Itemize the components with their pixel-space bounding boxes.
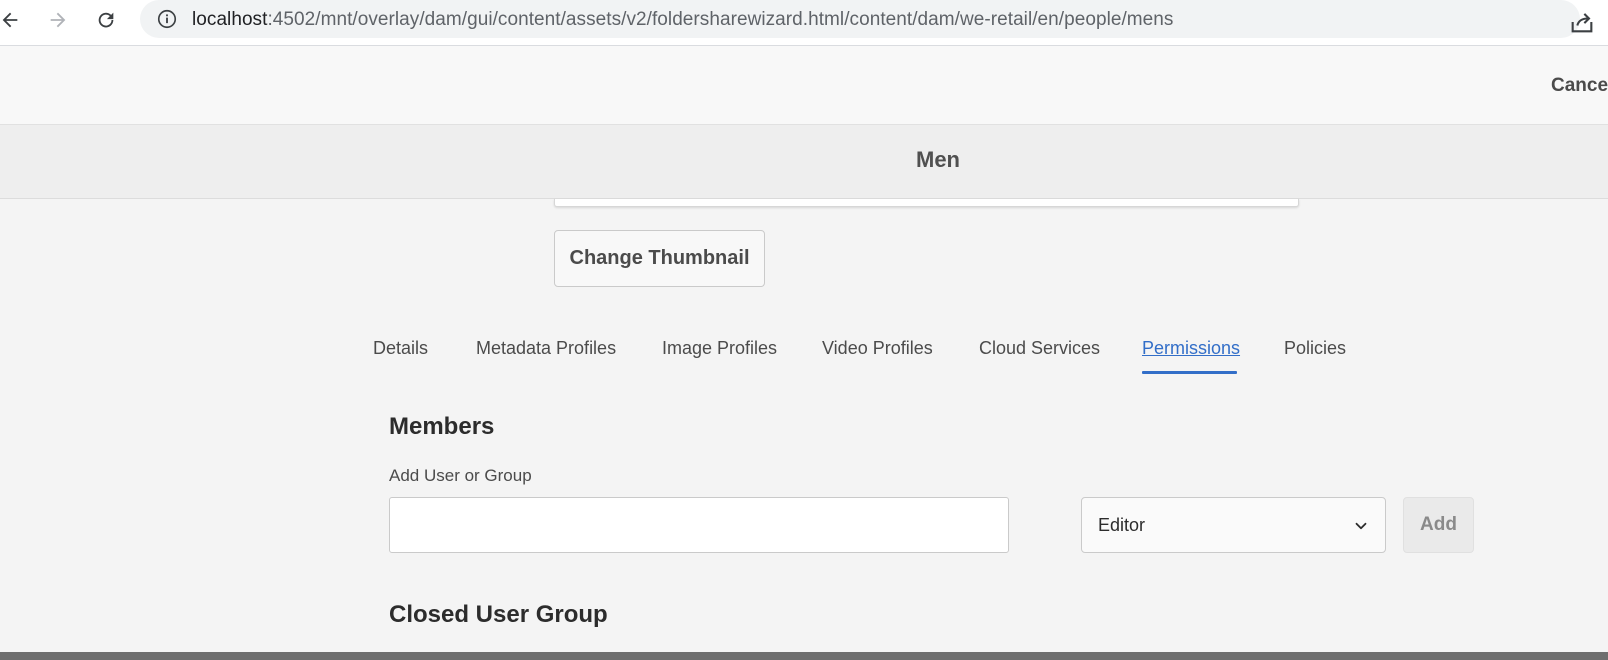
share-icon[interactable] bbox=[1568, 8, 1596, 36]
back-icon[interactable] bbox=[0, 6, 24, 34]
tab-permissions[interactable]: Permissions bbox=[1142, 338, 1240, 359]
url-text: localhost:4502/mnt/overlay/dam/gui/conte… bbox=[192, 9, 1173, 31]
tab-details[interactable]: Details bbox=[373, 338, 428, 359]
members-heading: Members bbox=[389, 413, 495, 440]
tab-image-profiles[interactable]: Image Profiles bbox=[662, 338, 777, 359]
add-member-button[interactable]: Add bbox=[1403, 497, 1474, 553]
forward-icon[interactable] bbox=[44, 6, 72, 34]
cug-heading: Closed User Group bbox=[389, 601, 608, 628]
tab-metadata-profiles[interactable]: Metadata Profiles bbox=[476, 338, 616, 359]
url-host: localhost bbox=[192, 9, 268, 30]
tab-cloud-services[interactable]: Cloud Services bbox=[979, 338, 1100, 359]
active-tab-indicator bbox=[1142, 371, 1237, 374]
tab-video-profiles[interactable]: Video Profiles bbox=[822, 338, 933, 359]
cancel-button[interactable]: Cance bbox=[1551, 75, 1608, 97]
address-bar[interactable]: localhost:4502/mnt/overlay/dam/gui/conte… bbox=[140, 0, 1580, 38]
properties-tabs: Details Metadata Profiles Image Profiles… bbox=[0, 332, 1608, 377]
tab-policies[interactable]: Policies bbox=[1284, 338, 1346, 359]
title-bar: Men bbox=[0, 125, 1608, 199]
thumbnail-preview bbox=[554, 199, 1299, 207]
url-path: :4502/mnt/overlay/dam/gui/content/assets… bbox=[267, 9, 1174, 30]
add-user-input[interactable] bbox=[389, 497, 1009, 553]
role-select-value: Editor bbox=[1098, 515, 1146, 535]
add-user-label: Add User or Group bbox=[389, 466, 532, 485]
browser-toolbar: localhost:4502/mnt/overlay/dam/gui/conte… bbox=[0, 0, 1608, 46]
site-info-icon[interactable] bbox=[156, 8, 178, 30]
change-thumbnail-button[interactable]: Change Thumbnail bbox=[554, 230, 765, 287]
bottom-divider bbox=[0, 652, 1608, 660]
wizard-header: Cance bbox=[0, 46, 1608, 125]
page-title: Men bbox=[916, 147, 960, 172]
chevron-down-icon bbox=[1355, 522, 1367, 530]
role-select[interactable]: Editor bbox=[1081, 497, 1386, 553]
reload-icon[interactable] bbox=[92, 6, 120, 34]
